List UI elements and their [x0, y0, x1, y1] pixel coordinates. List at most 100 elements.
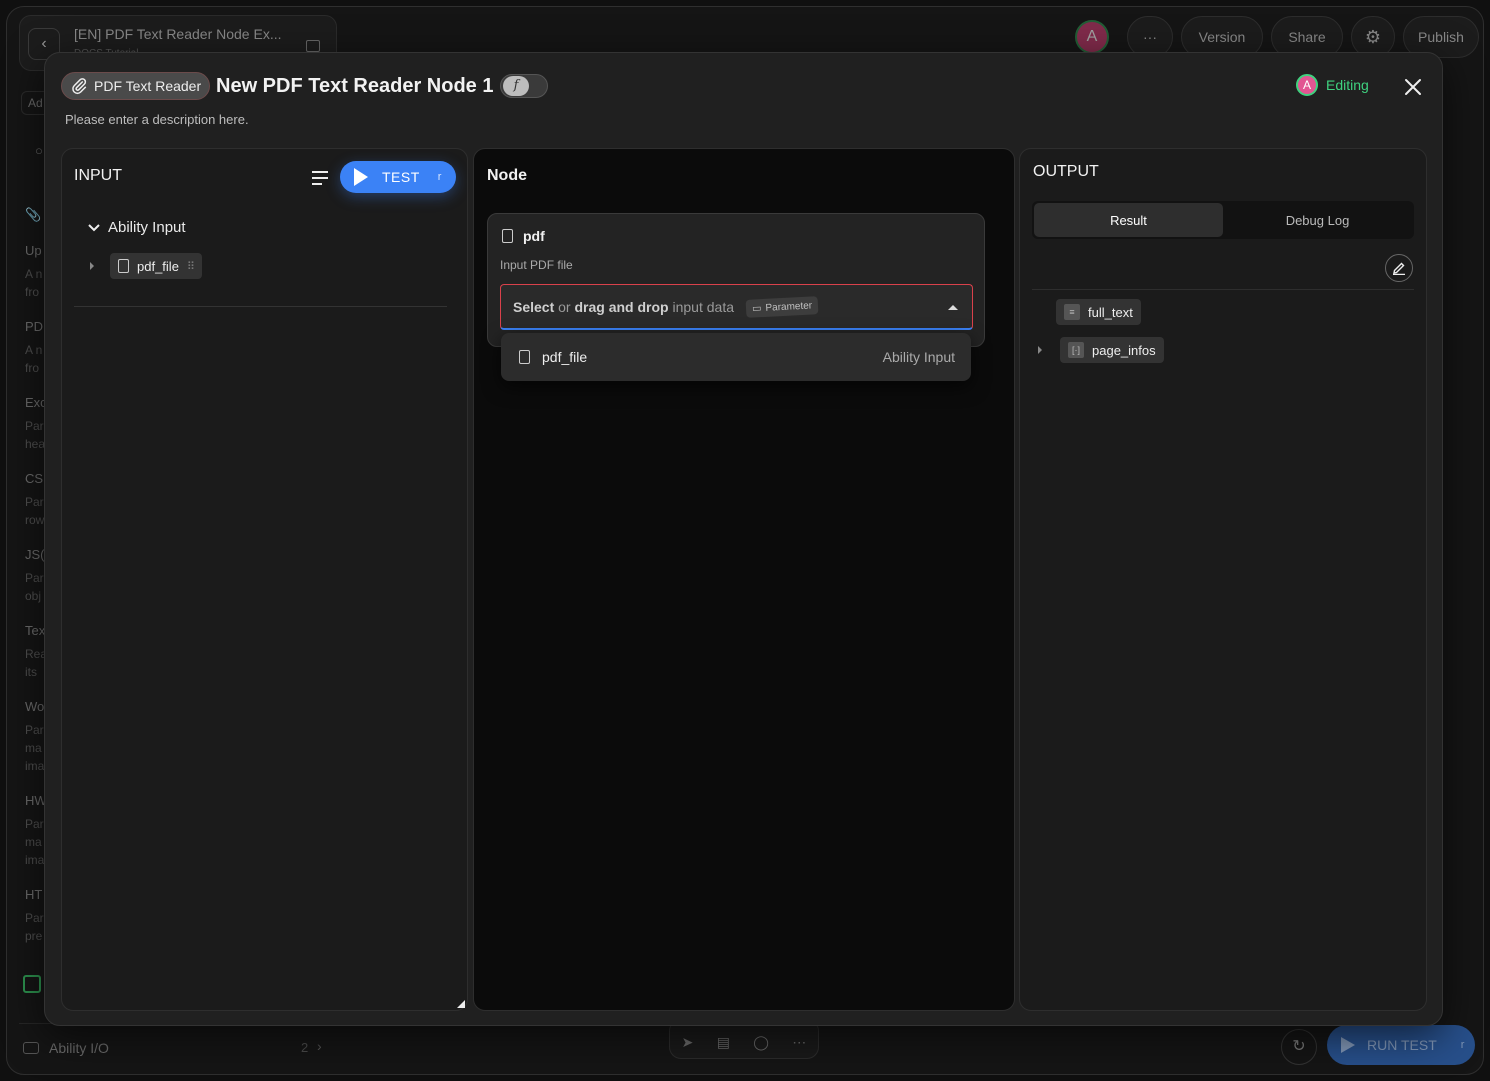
output-heading: OUTPUT — [1033, 163, 1099, 180]
chevron-down-icon — [88, 223, 100, 231]
sidebar-item-desc: fro — [25, 285, 40, 299]
sidebar-item-desc: row — [25, 513, 45, 527]
sidebar-item-desc: Par — [25, 723, 44, 737]
test-button[interactable]: TEST r — [340, 161, 456, 193]
function-toggle[interactable]: f — [500, 74, 548, 98]
sidebar-item-title[interactable]: Wo — [25, 699, 44, 714]
sidebar-item-title[interactable]: PD — [25, 319, 43, 334]
node-type-label: PDF Text Reader — [94, 78, 202, 94]
sidebar-toggle-icon[interactable] — [306, 40, 320, 52]
ability-input-group[interactable]: Ability Input — [88, 219, 186, 236]
sidebar-item-desc: ima — [25, 759, 45, 773]
sidebar-item-desc: A n — [25, 343, 43, 357]
sidebar-item-title[interactable]: HT — [25, 887, 42, 902]
editor-avatar: A — [1296, 74, 1318, 96]
expand-caret-icon[interactable] — [1038, 346, 1042, 354]
pencil-icon — [1393, 262, 1405, 275]
list-view-icon[interactable] — [312, 171, 328, 185]
node-editor-modal: PDF Text Reader New PDF Text Reader Node… — [44, 52, 1443, 1026]
sidebar-item-title[interactable]: JS( — [25, 547, 45, 562]
sidebar-item-desc: Par — [25, 911, 44, 925]
sidebar-item-title[interactable]: CS — [25, 471, 43, 486]
sidebar-item-desc: its — [25, 665, 37, 679]
more-icon[interactable]: ⋯ — [792, 1034, 806, 1051]
layers-icon[interactable] — [23, 975, 41, 993]
tab-debug-log[interactable]: Debug Log — [1223, 203, 1412, 237]
parameter-tag: ▭ Parameter — [745, 295, 819, 318]
node-panel: Node pdf Input PDF file Select or drag a… — [473, 148, 1015, 1011]
comment-icon[interactable]: ◯ — [753, 1034, 769, 1051]
caret-up-icon[interactable] — [948, 305, 958, 310]
sidebar-item-desc: Par — [25, 495, 44, 509]
file-icon — [502, 229, 513, 243]
field-header: pdf — [502, 228, 545, 244]
run-test-shortcut: r — [1460, 1039, 1465, 1051]
option-name: pdf_file — [542, 349, 588, 365]
ability-io-label: Ability I/O — [49, 1040, 109, 1056]
output-item-full-text[interactable]: ≡ full_text — [1056, 299, 1141, 325]
dropdown-option[interactable]: pdf_file Ability Input — [501, 333, 971, 381]
ability-io-bar[interactable]: Ability I/O 2 › — [19, 1023, 337, 1071]
item-label: pdf_file — [137, 258, 179, 274]
drag-handle-icon[interactable]: ⠿ — [187, 260, 195, 273]
node-title[interactable]: New PDF Text Reader Node 1 — [216, 72, 493, 100]
parameter-label: Parameter — [765, 299, 813, 313]
input-item[interactable]: pdf_file ⠿ — [90, 253, 202, 279]
option-source: Ability Input — [882, 349, 955, 365]
run-test-label: RUN TEST — [1367, 1037, 1437, 1053]
array-brackets-icon: [·] — [1068, 342, 1084, 358]
sidebar-item-desc: A n — [25, 267, 43, 281]
run-test-button[interactable]: RUN TEST r — [1327, 1025, 1475, 1065]
sidebar-search-icon[interactable]: ○ — [35, 143, 43, 158]
select-word: Select — [513, 298, 555, 315]
sidebar-item-desc: hea — [25, 437, 46, 451]
input-data-select[interactable]: Select or drag and drop input data ▭ Par… — [500, 284, 973, 330]
select-or: or — [558, 298, 571, 315]
paperclip-icon — [72, 78, 87, 95]
attachment-icon: 📎 — [25, 207, 42, 222]
sidebar-item-desc: pre — [25, 929, 43, 943]
pdf-field-card: pdf Input PDF file Select or drag and dr… — [487, 213, 985, 347]
note-icon[interactable]: ▤ — [717, 1034, 730, 1051]
sidebar-item-desc: Par — [25, 419, 44, 433]
user-avatar[interactable]: A — [1075, 20, 1109, 54]
output-item-page-infos[interactable]: [·] page_infos — [1038, 337, 1164, 363]
node-description[interactable]: Please enter a description here. — [65, 112, 249, 127]
sidebar-item-desc: Par — [25, 817, 44, 831]
group-label: Ability Input — [108, 219, 186, 236]
resize-handle-icon[interactable] — [457, 1000, 465, 1008]
node-heading: Node — [487, 167, 527, 184]
node-type-badge: PDF Text Reader — [61, 72, 211, 100]
text-lines-icon: ≡ — [1064, 304, 1080, 320]
edit-button[interactable] — [1385, 254, 1413, 282]
input-divider — [74, 306, 447, 307]
sidebar-item-desc: fro — [25, 361, 40, 375]
sidebar-item-title[interactable]: Tex — [25, 623, 45, 638]
expand-caret-icon[interactable] — [90, 262, 94, 270]
select-drag: drag and drop — [574, 298, 669, 315]
editing-status: A Editing — [1296, 74, 1369, 96]
field-description: Input PDF file — [500, 258, 573, 272]
pointer-icon[interactable]: ➤ — [682, 1034, 694, 1051]
pdf-file-chip[interactable]: pdf_file ⠿ — [110, 253, 202, 279]
input-heading: INPUT — [74, 167, 122, 184]
tab-result[interactable]: Result — [1034, 203, 1223, 237]
editing-label: Editing — [1326, 77, 1369, 93]
refresh-icon[interactable]: ↻ — [1281, 1029, 1317, 1065]
test-label: TEST — [382, 169, 420, 185]
output-tabs: Result Debug Log — [1032, 201, 1414, 239]
chevron-right-icon: › — [317, 1038, 322, 1054]
sidebar-item-desc: obj — [25, 589, 42, 603]
sidebar-item-desc: ima — [25, 853, 45, 867]
sidebar-item-title[interactable]: Up — [25, 243, 42, 258]
full-text-chip[interactable]: ≡ full_text — [1056, 299, 1141, 325]
function-icon: f — [503, 76, 529, 96]
file-icon — [519, 350, 530, 364]
sidebar-item-desc: ma — [25, 741, 42, 755]
sidebar-item-desc: Par — [25, 571, 44, 585]
page-infos-chip[interactable]: [·] page_infos — [1060, 337, 1164, 363]
parameter-icon: ▭ — [751, 302, 762, 314]
output-label: page_infos — [1092, 342, 1156, 358]
close-icon[interactable] — [1401, 75, 1425, 99]
field-name: pdf — [523, 228, 545, 244]
